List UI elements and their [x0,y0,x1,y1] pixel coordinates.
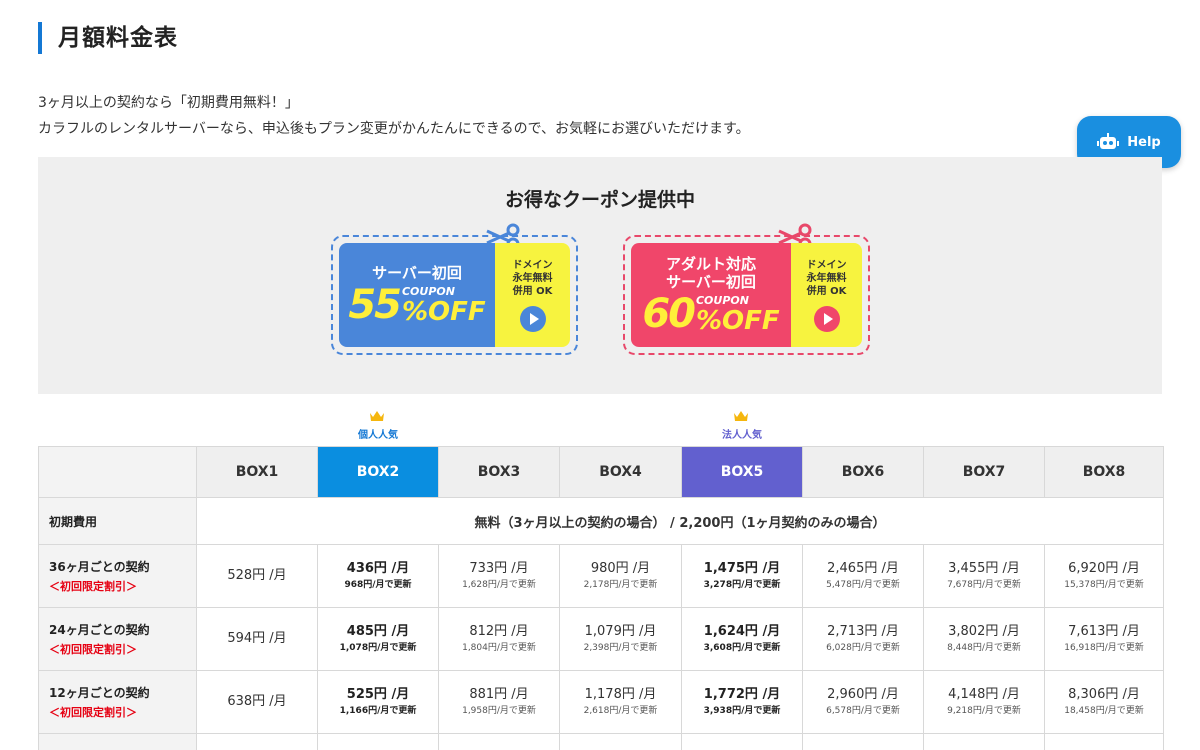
robot-icon [1097,133,1120,149]
header-empty-cell [38,446,197,498]
coupon-adult-server-60[interactable]: アダルト対応 サーバー初回 60 COUPON %OFF ドメイン 永年無料 併… [623,223,870,355]
price-cell: 1,772円 /月 3,938円/月で更新 [681,670,803,734]
coupon-off: %OFF [401,297,486,327]
badge-corporate-popular: 法人人気 [722,430,762,441]
price-cell: 638円 /月 [196,670,318,734]
price-cell: 3,802円 /月 8,448円/月で更新 [923,607,1045,671]
table-row [38,733,1164,750]
price-cell: 1,624円 /月 3,608円/月で更新 [681,607,803,671]
price-table: BOX1 BOX2 BOX3 BOX4 BOX5 BOX6 BOX7 BOX8 … [38,446,1164,750]
coupon-title: アダルト対応 [665,255,756,273]
play-icon[interactable] [519,305,546,332]
header-box7: BOX7 [923,446,1045,498]
row-label: 初期費用 [38,497,197,545]
table-row-initial-fee: 初期費用 無料（3ヶ月以上の契約の場合） / 2,200円（1ヶ月契約のみの場合… [38,497,1164,545]
price-cell: 2,465円 /月 5,478円/月で更新 [802,544,924,608]
table-row: 24ヶ月ごとの契約 ＜初回限定割引＞ 594円 /月 485円 /月 1,078円… [38,607,1164,671]
initial-fee-value: 無料（3ヶ月以上の契約の場合） / 2,200円（1ヶ月契約のみの場合） [196,497,1164,545]
price-cell: 594円 /月 [196,607,318,671]
table-row: 36ヶ月ごとの契約 ＜初回限定割引＞ 528円 /月 436円 /月 968円/月… [38,544,1164,608]
price-cell: 980円 /月 2,178円/月で更新 [559,544,682,608]
discount-label: ＜初回限定割引＞ [49,706,137,719]
price-cell: 1,178円 /月 2,618円/月で更新 [559,670,682,734]
price-cell: 2,960円 /月 6,578円/月で更新 [802,670,924,734]
price-cell: 1,079円 /月 2,398円/月で更新 [559,607,682,671]
header-box3: BOX3 [438,446,560,498]
row-label: 36ヶ月ごとの契約 ＜初回限定割引＞ [38,544,197,608]
badge-personal-popular: 個人人気 [358,430,398,441]
intro-text: 3ヶ月以上の契約なら「初期費用無料！」 カラフルのレンタルサーバーなら、申込後も… [38,90,750,142]
row-label: 12ヶ月ごとの契約 ＜初回限定割引＞ [38,670,197,734]
coupon-title: サーバー初回 [372,264,462,282]
price-cell: 436円 /月 968円/月で更新 [317,544,439,608]
coupon-server-55[interactable]: サーバー初回 55 COUPON %OFF ドメイン 永年無料 併用 OK [331,223,578,355]
price-cell: 8,306円 /月 18,458円/月で更新 [1044,670,1164,734]
price-cell: 528円 /月 [196,544,318,608]
coupon-side-text: ドメイン 永年無料 併用 OK [512,259,553,297]
help-label: Help [1127,134,1161,150]
coupon-side-text: ドメイン 永年無料 併用 OK [806,259,847,297]
header-box6: BOX6 [802,446,924,498]
coupon-percent: 60 [642,291,696,337]
price-cell: 2,713円 /月 6,028円/月で更新 [802,607,924,671]
discount-label: ＜初回限定割引＞ [49,580,137,593]
row-label: 24ヶ月ごとの契約 ＜初回限定割引＞ [38,607,197,671]
coupon-heading: お得なクーポン提供中 [504,189,695,211]
play-icon[interactable] [813,305,840,332]
coupon-percent: 55 [348,282,402,328]
price-cell: 525円 /月 1,166円/月で更新 [317,670,439,734]
price-cell: 733円 /月 1,628円/月で更新 [438,544,560,608]
header-box5: BOX5 [681,446,803,498]
discount-label: ＜初回限定割引＞ [49,643,137,656]
coupon-panel: お得なクーポン提供中 サーバー初回 55 COUPON %OFF ドメイン 永年… [38,157,1162,394]
table-row: 12ヶ月ごとの契約 ＜初回限定割引＞ 638円 /月 525円 /月 1,166円… [38,670,1164,734]
crown-icon [370,411,384,421]
header-box8: BOX8 [1044,446,1164,498]
price-cell: 3,455円 /月 7,678円/月で更新 [923,544,1045,608]
intro-line-2: カラフルのレンタルサーバーなら、申込後もプラン変更がかんたんにできるので、お気軽… [38,121,750,137]
coupon-off: %OFF [695,306,780,336]
header-box2: BOX2 [317,446,439,498]
table-header-row: BOX1 BOX2 BOX3 BOX4 BOX5 BOX6 BOX7 BOX8 [38,446,1164,498]
coupon-title-2: サーバー初回 [666,273,756,291]
price-cell: 4,148円 /月 9,218円/月で更新 [923,670,1045,734]
header-box4: BOX4 [559,446,682,498]
price-cell: 6,920円 /月 15,378円/月で更新 [1044,544,1164,608]
crown-icon [734,411,748,421]
price-cell: 7,613円 /月 16,918円/月で更新 [1044,607,1164,671]
intro-line-1: 3ヶ月以上の契約なら「初期費用無料！」 [38,95,299,111]
page-title: 月額料金表 [38,22,178,54]
header-box1: BOX1 [196,446,318,498]
price-cell: 812円 /月 1,804円/月で更新 [438,607,560,671]
price-cell: 485円 /月 1,078円/月で更新 [317,607,439,671]
price-cell: 881円 /月 1,958円/月で更新 [438,670,560,734]
price-cell: 1,475円 /月 3,278円/月で更新 [681,544,803,608]
